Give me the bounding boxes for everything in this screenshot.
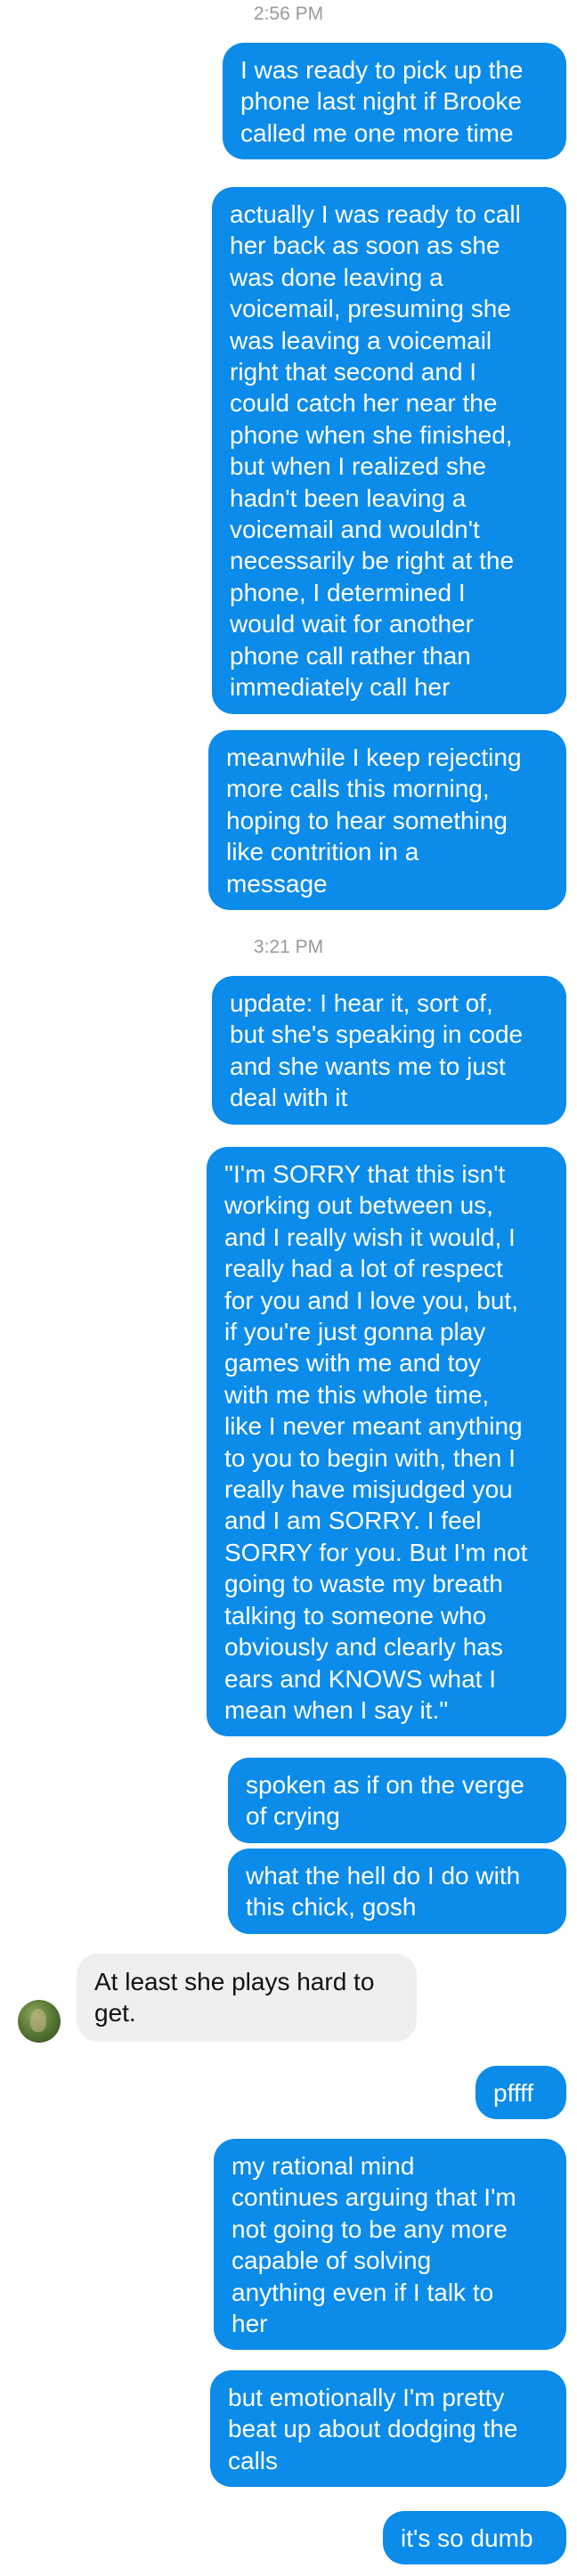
outgoing-message[interactable]: pffff — [475, 2066, 566, 2120]
incoming-message[interactable]: At least she plays hard to get. — [77, 1954, 417, 2042]
timestamp: 3:21 PM — [253, 937, 324, 957]
message-thread[interactable]: 2:56 PM I was ready to pick up the phone… — [0, 0, 577, 2576]
outgoing-message[interactable]: actually I was ready to call her back as… — [212, 187, 566, 714]
outgoing-message[interactable]: what the hell do I do with this chick, g… — [228, 1849, 566, 1934]
outgoing-message[interactable]: but emotionally I'm pretty beat up about… — [210, 2370, 566, 2488]
outgoing-message[interactable]: it's so dumb — [383, 2511, 566, 2565]
timestamp: 2:56 PM — [253, 4, 324, 24]
outgoing-message[interactable]: meanwhile I keep rejecting more calls th… — [208, 730, 566, 911]
outgoing-message[interactable]: my rational mind continues arguing that … — [214, 2139, 566, 2351]
outgoing-message[interactable]: spoken as if on the verge of crying — [228, 1758, 566, 1843]
outgoing-message[interactable]: update: I hear it, sort of, but she's sp… — [212, 976, 566, 1125]
outgoing-message[interactable]: "I'm SORRY that this isn't working out b… — [207, 1147, 566, 1737]
outgoing-message[interactable]: I was ready to pick up the phone last ni… — [223, 43, 566, 160]
contact-avatar[interactable] — [18, 2000, 61, 2043]
